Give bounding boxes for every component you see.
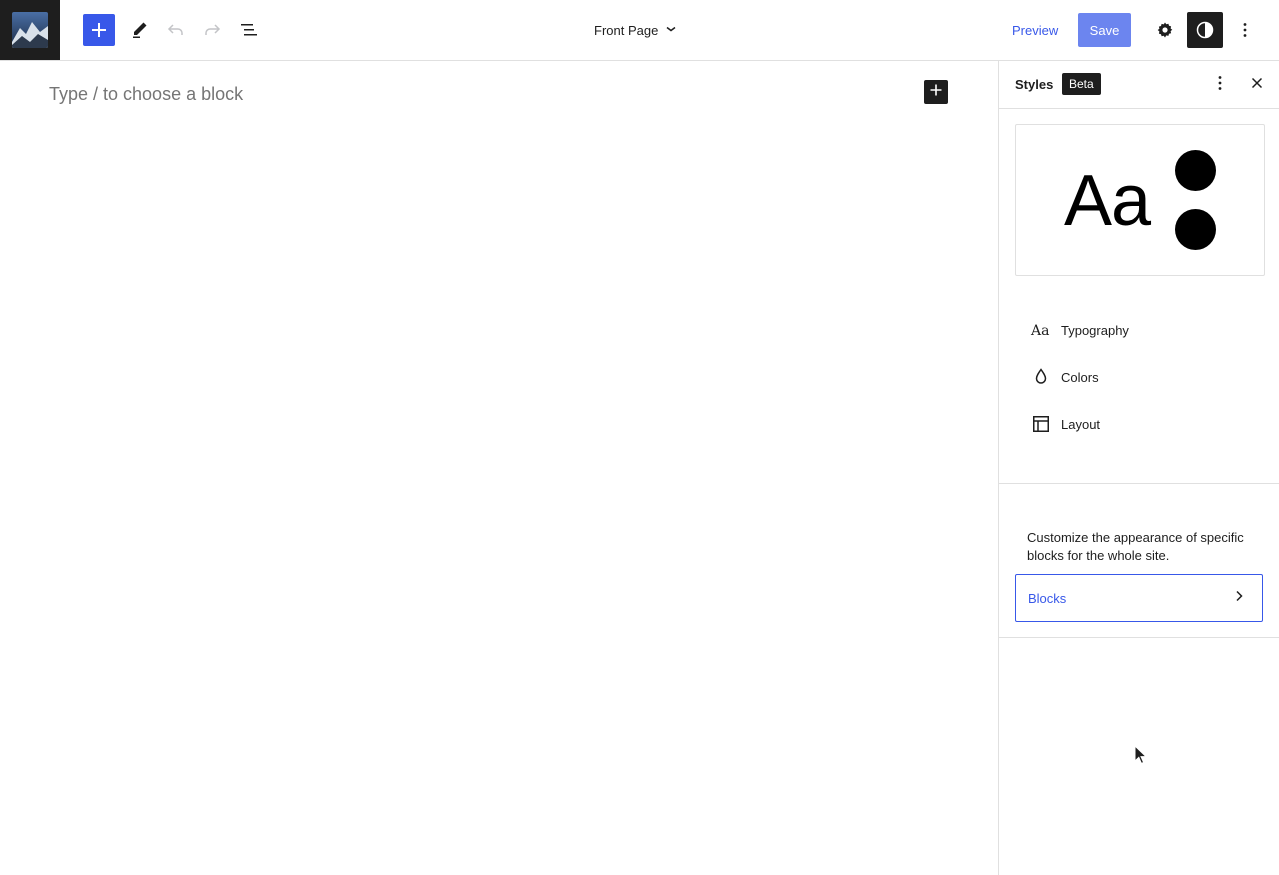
layout-icon	[1029, 412, 1053, 436]
editor-canvas[interactable]: Type / to choose a block	[0, 61, 998, 875]
nav-item-colors[interactable]: Colors	[1015, 357, 1263, 397]
half-circle-contrast-icon	[1195, 20, 1215, 40]
list-view-button[interactable]	[233, 14, 265, 46]
redo-button[interactable]	[196, 14, 228, 46]
divider	[999, 637, 1279, 638]
tools-button[interactable]	[124, 14, 156, 46]
redo-icon	[202, 20, 222, 40]
sidebar-close-button[interactable]	[1245, 73, 1269, 97]
settings-button[interactable]	[1149, 14, 1181, 46]
save-button[interactable]: Save	[1078, 13, 1131, 47]
sidebar-title: Styles	[1015, 77, 1054, 92]
close-icon	[1249, 75, 1265, 96]
style-preview: Aa	[1015, 124, 1265, 276]
site-icon-button[interactable]	[0, 0, 60, 60]
plus-icon	[90, 21, 108, 39]
blocks-button[interactable]: Blocks	[1015, 574, 1263, 622]
vertical-ellipsis-icon	[1210, 73, 1230, 98]
block-inserter-toggle[interactable]	[83, 14, 115, 46]
options-button[interactable]	[1229, 14, 1261, 46]
block-placeholder[interactable]: Type / to choose a block	[49, 84, 243, 105]
typography-icon: Aa	[1029, 318, 1053, 342]
inline-block-inserter-button[interactable]	[924, 80, 948, 104]
divider	[999, 483, 1279, 484]
svg-text:Aa: Aa	[1030, 323, 1049, 339]
site-thumbnail-icon	[12, 12, 48, 48]
sidebar-more-button[interactable]	[1208, 73, 1232, 97]
sidebar-header: Styles Beta	[999, 61, 1279, 109]
droplet-icon	[1029, 365, 1053, 389]
mouse-cursor-icon	[1134, 744, 1148, 765]
undo-icon	[166, 20, 186, 40]
plus-icon	[929, 83, 943, 102]
list-view-icon	[239, 20, 259, 40]
nav-item-label: Typography	[1061, 322, 1129, 338]
blocks-button-label: Blocks	[1028, 590, 1067, 606]
document-title-dropdown[interactable]: Front Page	[580, 14, 692, 46]
preview-sample-text: Aa	[1064, 161, 1151, 241]
preview-color-swatch	[1175, 209, 1216, 250]
undo-button[interactable]	[160, 14, 192, 46]
pencil-icon	[130, 20, 150, 40]
nav-item-label: Layout	[1061, 416, 1101, 432]
gear-icon	[1155, 20, 1175, 40]
preview-color-swatch	[1175, 150, 1216, 191]
chevron-down-icon	[664, 22, 678, 39]
chevron-right-icon	[1232, 589, 1246, 608]
nav-item-layout[interactable]: Layout	[1015, 404, 1263, 444]
vertical-ellipsis-icon	[1235, 20, 1255, 40]
nav-item-label: Colors	[1061, 369, 1099, 385]
preview-button[interactable]: Preview	[1003, 13, 1067, 47]
document-title: Front Page	[594, 22, 659, 38]
editor-header: Front Page Preview Save	[0, 0, 1279, 61]
nav-item-typography[interactable]: Aa Typography	[1015, 310, 1263, 350]
blocks-description: Customize the appearance of specific blo…	[1027, 530, 1244, 563]
styles-toggle-button[interactable]	[1187, 12, 1223, 48]
beta-badge: Beta	[1062, 73, 1101, 95]
